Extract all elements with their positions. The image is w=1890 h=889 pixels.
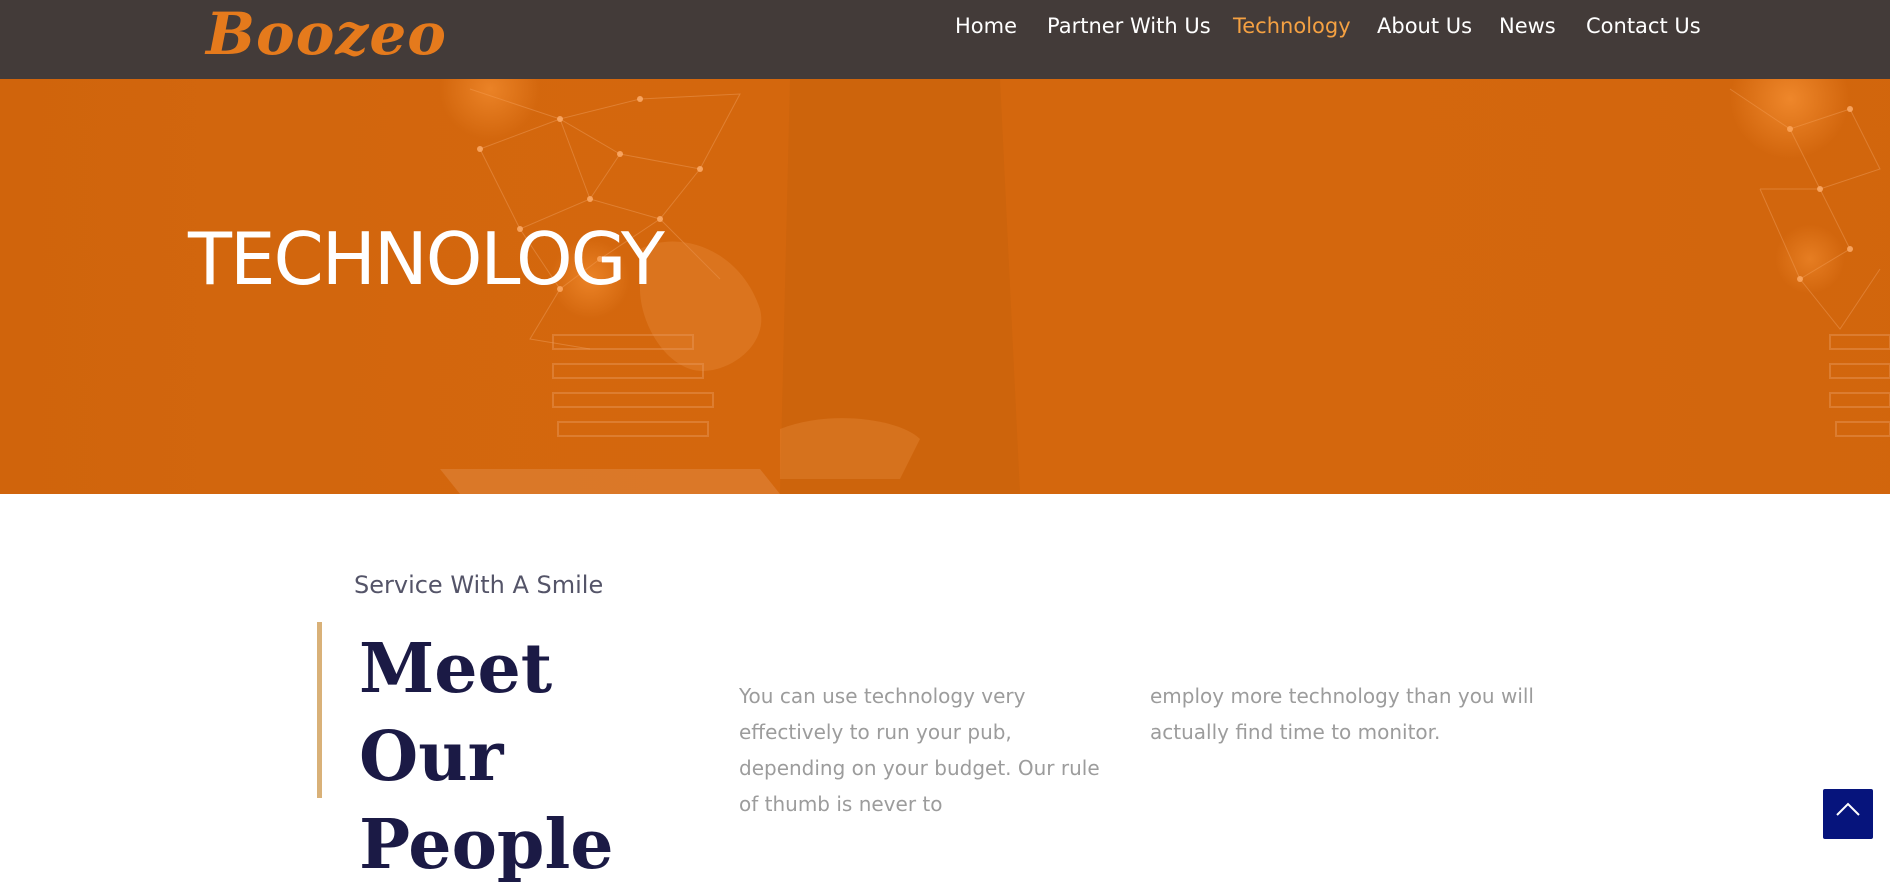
site-header: Boozeo Home Partner With Us Technology A… (0, 0, 1890, 79)
section-paragraph-col-1: You can use technology very effectively … (739, 684, 1100, 816)
heading-accent-bar (317, 622, 322, 798)
section-heading-line-2: People (359, 805, 614, 885)
nav-home[interactable]: Home (955, 14, 1017, 38)
nav-technology[interactable]: Technology (1233, 14, 1351, 38)
section-heading-line-1: Meet Our (359, 629, 553, 797)
back-to-top-button[interactable] (1823, 789, 1873, 839)
section-subtitle: Service With A Smile (354, 571, 604, 599)
hero-banner: TECHNOLOGY (0, 79, 1890, 494)
nav-news[interactable]: News (1499, 14, 1556, 38)
nav-contact-us[interactable]: Contact Us (1586, 14, 1701, 38)
logo[interactable]: Boozeo (206, 0, 447, 68)
section-paragraph-col-2: employ more technology than you will act… (1150, 684, 1534, 744)
chevron-up-icon (1836, 802, 1860, 816)
page-title: TECHNOLOGY (188, 217, 665, 302)
section-heading: Meet Our People (359, 625, 699, 889)
nav-about-us[interactable]: About Us (1377, 14, 1472, 38)
nav-partner-with-us[interactable]: Partner With Us (1047, 14, 1211, 38)
